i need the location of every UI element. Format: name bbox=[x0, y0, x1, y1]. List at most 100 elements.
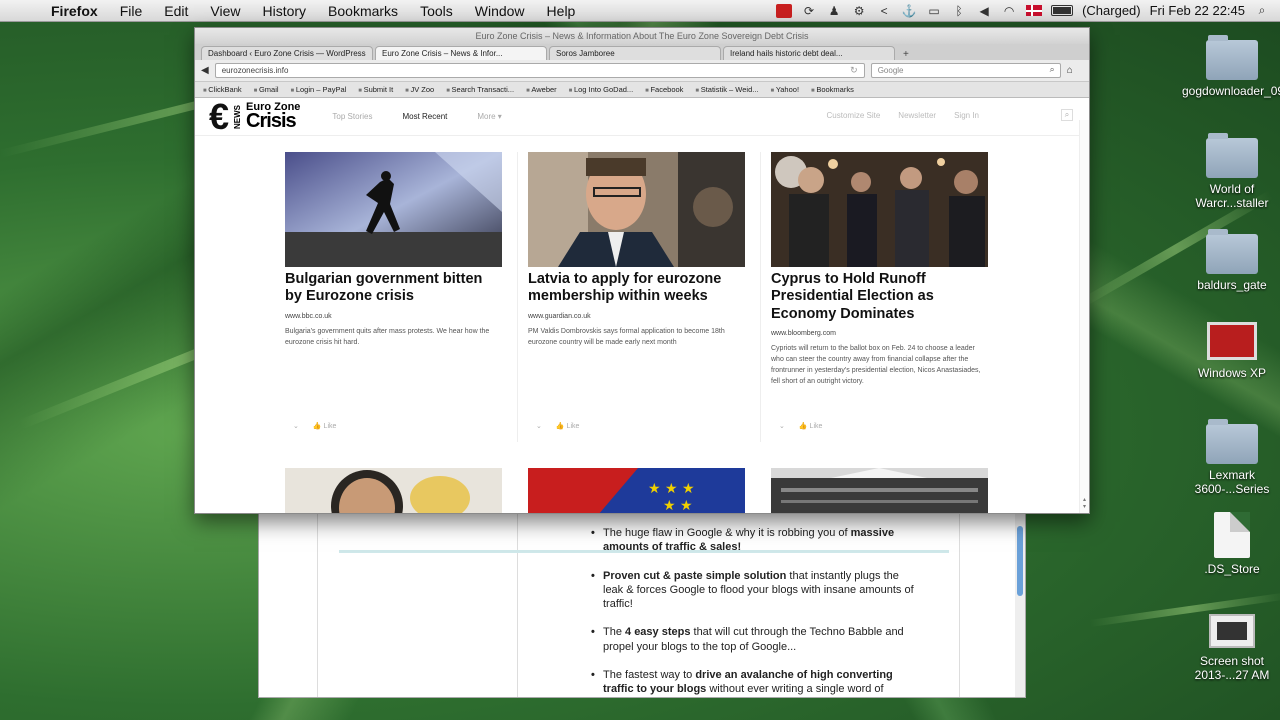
bluetooth-icon[interactable]: ᛒ bbox=[951, 4, 967, 18]
desktop-icon-gogdownloader[interactable]: gogdownloader_0901376 bbox=[1182, 35, 1280, 98]
nav-toolbar: ◀ eurozonecrisis.info ↻ Google ⌕ ⌂ bbox=[195, 60, 1089, 82]
article-image-figurine[interactable] bbox=[285, 468, 502, 513]
keyboard-flag-icon[interactable] bbox=[1026, 5, 1043, 16]
article-image-eu-flag[interactable]: ★ ★ ★ ★ ★ bbox=[528, 468, 745, 513]
article-card[interactable]: Latvia to apply for eurozone membership … bbox=[528, 152, 745, 430]
bookmark-item[interactable]: Facebook bbox=[645, 85, 683, 94]
like-button[interactable]: 👍 Like bbox=[313, 422, 337, 430]
arrows-icon[interactable]: ⚓ bbox=[901, 4, 917, 18]
article-snippet: Cypriots will return to the ballot box o… bbox=[771, 345, 981, 385]
menu-view[interactable]: View bbox=[199, 3, 251, 19]
display-icon[interactable]: ▭ bbox=[926, 4, 942, 18]
bookmark-item[interactable]: Login – PayPal bbox=[291, 85, 346, 94]
bookmark-item[interactable]: Log Into GoDad... bbox=[569, 85, 633, 94]
desktop-icon-lexmark[interactable]: Lexmark 3600-...Series bbox=[1182, 419, 1280, 496]
site-logo-text[interactable]: Euro Zone Crisis bbox=[246, 101, 300, 131]
background-browser-window[interactable]: The huge flaw in Google & why it is robb… bbox=[258, 505, 1026, 698]
tab-dashboard[interactable]: Dashboard ‹ Euro Zone Crisis — WordPress bbox=[201, 46, 373, 60]
search-icon[interactable]: ⌕ bbox=[1050, 64, 1055, 75]
bookmark-item[interactable]: Statistik – Weid... bbox=[695, 85, 759, 94]
bookmark-item[interactable]: JV Zoo bbox=[405, 85, 434, 94]
gear-icon[interactable]: ⚙ bbox=[851, 4, 867, 18]
nav-most-recent[interactable]: Most Recent bbox=[402, 112, 447, 121]
status-tray: ⟳ ♟ ⚙ < ⚓ ▭ ᛒ ◀ ◠ (Charged) Fri Feb 22 2… bbox=[776, 3, 1280, 18]
desktop-icon-baldurs-gate[interactable]: baldurs_gate bbox=[1182, 229, 1280, 292]
article-source[interactable]: www.bbc.co.uk bbox=[285, 313, 502, 320]
desktop-icon-label: Screen shot 2013-...27 AM bbox=[1194, 654, 1270, 682]
bookmark-item[interactable]: Submit It bbox=[358, 85, 394, 94]
battery-icon[interactable] bbox=[1051, 5, 1074, 16]
article-image-latvia-pm[interactable] bbox=[528, 152, 745, 267]
article-image-protest[interactable] bbox=[285, 152, 502, 267]
record-icon[interactable] bbox=[776, 3, 793, 18]
tab-ireland[interactable]: Ireland hails historic debt deal... bbox=[723, 46, 895, 60]
tab-euro-zone-crisis[interactable]: Euro Zone Crisis – News & Infor... bbox=[375, 46, 547, 60]
menu-tools[interactable]: Tools bbox=[409, 3, 464, 19]
bookmark-item[interactable]: Gmail bbox=[254, 85, 279, 94]
desktop-icon-windows-xp[interactable]: Windows XP bbox=[1182, 322, 1280, 380]
share-icon[interactable]: ⌄ bbox=[536, 422, 542, 430]
article-card[interactable]: Cyprus to Hold Runoff Presidential Elect… bbox=[771, 152, 988, 430]
bullet-item: The huge flaw in Google & why it is robb… bbox=[589, 526, 919, 555]
share-icon[interactable]: ⌄ bbox=[293, 422, 299, 430]
article-title[interactable]: Bulgarian government bitten by Eurozone … bbox=[285, 271, 502, 306]
article-source[interactable]: www.bloomberg.com bbox=[771, 330, 988, 337]
article-source[interactable]: www.guardian.co.uk bbox=[528, 313, 745, 320]
site-search-icon[interactable]: ⌕ bbox=[1061, 109, 1073, 121]
menu-bookmarks[interactable]: Bookmarks bbox=[317, 3, 409, 19]
url-text: eurozonecrisis.info bbox=[221, 66, 289, 75]
like-button[interactable]: 👍 Like bbox=[556, 422, 580, 430]
newsletter-link[interactable]: Newsletter bbox=[898, 111, 936, 120]
share-icon[interactable]: ⌄ bbox=[779, 422, 785, 430]
menu-history[interactable]: History bbox=[251, 3, 317, 19]
bookmark-item[interactable]: Aweber bbox=[526, 85, 556, 94]
nav-top-stories[interactable]: Top Stories bbox=[332, 112, 372, 121]
desktop-icon-label: .DS_Store bbox=[1204, 562, 1260, 576]
menu-app-firefox[interactable]: Firefox bbox=[40, 3, 109, 19]
spotlight-search-icon[interactable]: ⌕ bbox=[1254, 3, 1270, 18]
customize-site-link[interactable]: Customize Site bbox=[827, 111, 881, 120]
article-card[interactable]: Bulgarian government bitten by Eurozone … bbox=[285, 152, 502, 430]
bookmark-item[interactable]: ClickBank bbox=[203, 85, 241, 94]
article-snippet: PM Valdis Dombrovskis says formal applic… bbox=[528, 327, 725, 346]
new-tab-button[interactable]: + bbox=[897, 49, 915, 60]
sign-in-link[interactable]: Sign In bbox=[954, 111, 979, 120]
volume-icon[interactable]: ◀ bbox=[976, 4, 992, 18]
menu-help[interactable]: Help bbox=[536, 3, 587, 19]
folder-icon bbox=[1206, 35, 1258, 80]
menu-edit[interactable]: Edit bbox=[153, 3, 199, 19]
bookmark-item[interactable]: Bookmarks bbox=[811, 85, 854, 94]
menu-file[interactable]: File bbox=[109, 3, 154, 19]
column-divider bbox=[517, 152, 518, 442]
firefox-window[interactable]: Euro Zone Crisis – News & Information Ab… bbox=[194, 27, 1090, 514]
menu-window[interactable]: Window bbox=[464, 3, 536, 19]
tab-soros[interactable]: Soros Jamboree bbox=[549, 46, 721, 60]
desktop-icon-wow-installer[interactable]: World of Warcr...staller bbox=[1182, 133, 1280, 210]
scrollbar[interactable] bbox=[1015, 506, 1025, 697]
bookmarks-bar: ClickBank Gmail Login – PayPal Submit It… bbox=[195, 82, 1089, 98]
code-icon[interactable]: < bbox=[876, 4, 892, 18]
person-icon[interactable]: ♟ bbox=[826, 4, 842, 18]
page-scrollbar[interactable] bbox=[1079, 120, 1089, 513]
article-image-building[interactable] bbox=[771, 468, 988, 513]
article-image-cyprus-crowd[interactable] bbox=[771, 152, 988, 267]
sync-icon[interactable]: ⟳ bbox=[801, 4, 817, 18]
site-logo-euro[interactable]: € bbox=[209, 98, 229, 135]
column-divider bbox=[517, 506, 518, 697]
desktop-icon-screenshot[interactable]: Screen shot 2013-...27 AM bbox=[1182, 614, 1280, 682]
clock[interactable]: Fri Feb 22 22:45 bbox=[1150, 3, 1245, 18]
like-button[interactable]: 👍 Like bbox=[799, 422, 823, 430]
bookmark-item[interactable]: Search Transacti... bbox=[446, 85, 515, 94]
url-bar[interactable]: eurozonecrisis.info ↻ bbox=[214, 63, 865, 78]
desktop-icon-ds-store[interactable]: .DS_Store bbox=[1182, 512, 1280, 576]
search-input[interactable]: Google ⌕ bbox=[870, 63, 1061, 78]
article-title[interactable]: Cyprus to Hold Runoff Presidential Elect… bbox=[771, 271, 988, 323]
back-arrow-icon[interactable]: ◀ bbox=[201, 65, 209, 76]
home-icon[interactable]: ⌂ bbox=[1067, 65, 1073, 76]
reload-icon[interactable]: ↻ bbox=[850, 65, 858, 76]
wifi-icon[interactable]: ◠ bbox=[1001, 4, 1017, 18]
article-title[interactable]: Latvia to apply for eurozone membership … bbox=[528, 271, 745, 306]
bullet-item: The fastest way to drive an avalanche of… bbox=[589, 668, 919, 697]
nav-more[interactable]: More ▾ bbox=[477, 112, 501, 121]
bookmark-item[interactable]: Yahoo! bbox=[771, 85, 799, 94]
